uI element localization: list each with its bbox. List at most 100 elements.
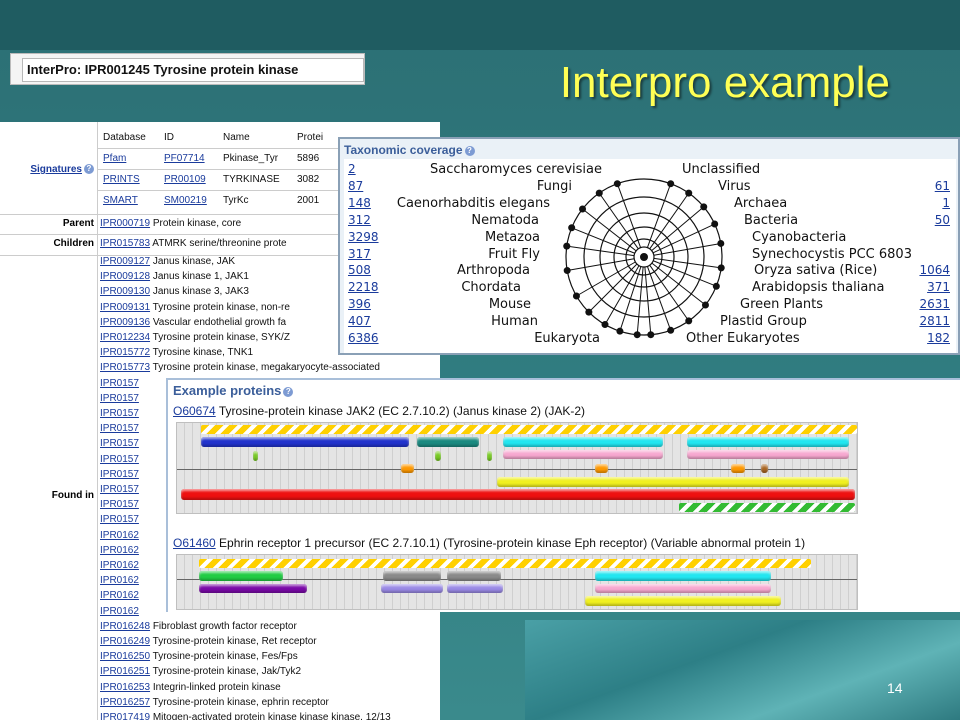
motif-green[interactable] (487, 451, 492, 461)
signature-database-link[interactable]: Pfam (103, 153, 126, 164)
domain-red[interactable] (181, 489, 855, 500)
domain-purple[interactable] (199, 584, 307, 593)
signature-id-link[interactable]: PR00109 (164, 174, 206, 185)
domain-teal[interactable] (417, 437, 479, 447)
col-database: Database (103, 132, 146, 143)
taxon-label: Saccharomyces cerevisiae (430, 162, 602, 177)
taxon-count-link[interactable]: 2631 (919, 297, 950, 311)
found-in-acc-link[interactable]: IPR009127 (100, 256, 150, 267)
help-icon[interactable]: ? (84, 164, 94, 175)
taxon-count-link[interactable]: 508 (348, 263, 371, 277)
motif-orange[interactable] (731, 464, 745, 473)
taxon-count-link[interactable]: 396 (348, 297, 371, 311)
found-in-acc-link[interactable]: IPR012234 (100, 332, 150, 343)
taxon-count-link[interactable]: 371 (927, 280, 950, 294)
domain-yellow[interactable] (585, 596, 781, 606)
found-in-acc-link[interactable]: IPR0157 (100, 393, 139, 404)
found-in-acc-link[interactable]: IPR0157 (100, 408, 139, 419)
found-in-acc-link[interactable]: IPR016249 (100, 636, 150, 647)
parent-acc-link[interactable]: IPR000719 (100, 218, 150, 229)
found-in-acc-link[interactable]: IPR0157 (100, 423, 139, 434)
found-in-acc-link[interactable]: IPR0162 (100, 590, 139, 601)
motif-orange[interactable] (401, 464, 414, 473)
domain-gray[interactable] (383, 571, 441, 581)
found-in-acc-link[interactable]: IPR016253 (100, 682, 150, 693)
taxon-count-link[interactable]: 148 (348, 196, 371, 210)
found-in-acc-link[interactable]: IPR009136 (100, 317, 150, 328)
signature-id-link[interactable]: SM00219 (164, 195, 207, 206)
taxon-count-link[interactable]: 1064 (919, 263, 950, 277)
domain-blue[interactable] (201, 437, 409, 447)
taxon-label: Metazoa (484, 229, 540, 245)
signature-database-link[interactable]: SMART (103, 195, 138, 206)
found-in-acc-link[interactable]: IPR0157 (100, 469, 139, 480)
signatures-link[interactable]: Signatures (30, 164, 82, 175)
domain-cyan[interactable] (687, 437, 849, 447)
taxon-count-link[interactable]: 2218 (348, 280, 379, 294)
motif-brown[interactable] (761, 464, 768, 473)
found-in-acc-link[interactable]: IPR015773 (100, 362, 150, 373)
domain-lavender[interactable] (447, 584, 503, 593)
domain-yellow[interactable] (497, 477, 849, 487)
signature-database-link[interactable]: PRINTS (103, 174, 140, 185)
found-in-text: Tyrosine-protein kinase, Fes/Fps (150, 651, 298, 663)
found-in-acc-link[interactable]: IPR0162 (100, 606, 139, 617)
found-in-acc-link[interactable]: IPR017419 (100, 712, 150, 720)
taxon-count-link[interactable]: 2 (348, 162, 356, 176)
domain-cyan[interactable] (503, 437, 663, 447)
found-in-acc-link[interactable]: IPR016250 (100, 651, 150, 662)
domain-green[interactable] (199, 571, 283, 581)
protein-1-acc-link[interactable]: O60674 (173, 404, 216, 418)
found-in-acc-link[interactable]: IPR0157 (100, 484, 139, 495)
taxon-count-link[interactable]: 61 (935, 179, 950, 193)
found-in-row: IPR016251 Tyrosine-protein kinase, Jak/T… (100, 666, 301, 681)
taxon-count-link[interactable]: 2811 (919, 314, 950, 328)
help-icon[interactable]: ? (283, 386, 294, 397)
taxon-count-link[interactable]: 407 (348, 314, 371, 328)
taxon-label: Oryza sativa (Rice) (754, 263, 878, 279)
children-acc-link[interactable]: IPR015783 (100, 238, 150, 249)
wheel-node (717, 264, 725, 272)
motif-green[interactable] (435, 451, 441, 461)
taxon-count-link[interactable]: 87 (348, 179, 363, 193)
taxon-count-link[interactable]: 6386 (348, 331, 379, 345)
found-in-acc-link[interactable]: IPR009128 (100, 271, 150, 282)
taxon-count-link[interactable]: 312 (348, 213, 371, 227)
motif-green[interactable] (253, 451, 258, 461)
domain-lavender[interactable] (381, 584, 443, 593)
domain-gray[interactable] (447, 571, 501, 581)
protein-2-acc-link[interactable]: O61460 (173, 536, 216, 550)
found-in-acc-link[interactable]: IPR0157 (100, 499, 139, 510)
found-in-acc-link[interactable]: IPR009130 (100, 286, 150, 297)
found-in-acc-link[interactable]: IPR009131 (100, 302, 150, 313)
motif-orange[interactable] (595, 464, 608, 473)
found-in-acc-link[interactable]: IPR0157 (100, 438, 139, 449)
found-in-acc-link[interactable]: IPR0162 (100, 575, 139, 586)
signature-id-link[interactable]: PF07714 (164, 153, 205, 164)
found-in-text: Janus kinase, JAK (150, 256, 236, 267)
help-icon[interactable]: ? (464, 145, 475, 156)
found-in-acc-link[interactable]: IPR015772 (100, 347, 150, 358)
domain-pink[interactable] (595, 584, 771, 593)
found-in-acc-link[interactable]: IPR0162 (100, 530, 139, 541)
domain-cyan[interactable] (595, 571, 771, 581)
found-in-acc-link[interactable]: IPR0157 (100, 514, 139, 525)
found-in-acc-link[interactable]: IPR016251 (100, 666, 150, 677)
found-in-acc-link[interactable]: IPR016248 (100, 621, 150, 632)
taxon-count-link[interactable]: 1 (942, 196, 950, 210)
found-in-acc-link[interactable]: IPR0157 (100, 454, 139, 465)
found-in-row: IPR009130 Janus kinase 3, JAK3 (100, 286, 249, 301)
domain-pink[interactable] (687, 450, 849, 459)
taxon-count-link[interactable]: 182 (927, 331, 950, 345)
taxon-count-link[interactable]: 50 (935, 213, 950, 227)
domain-pink[interactable] (503, 450, 663, 459)
protein-2-domain-track (176, 554, 858, 610)
taxon-count-link[interactable]: 317 (348, 247, 371, 261)
found-in-acc-link[interactable]: IPR0162 (100, 545, 139, 556)
taxon-count-link[interactable]: 3298 (348, 230, 379, 244)
found-in-acc-link[interactable]: IPR0157 (100, 378, 139, 389)
found-in-acc-link[interactable]: IPR016257 (100, 697, 150, 708)
wheel-center-node (640, 253, 648, 261)
found-in-acc-link[interactable]: IPR0162 (100, 560, 139, 571)
interpro-entry-title: InterPro: IPR001245 Tyrosine protein kin… (22, 58, 364, 82)
